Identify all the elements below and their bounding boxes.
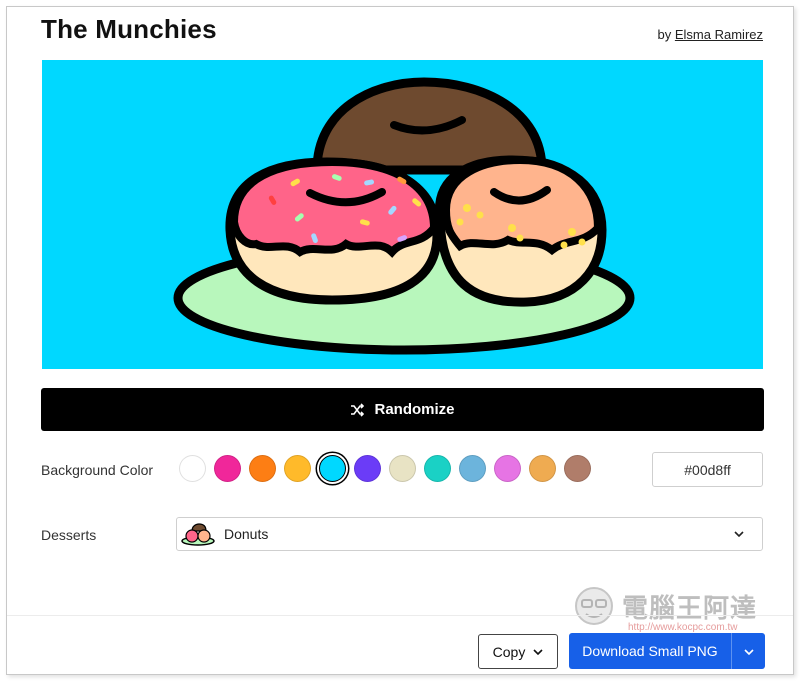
color-swatch[interactable] bbox=[424, 455, 451, 482]
byline-prefix: by bbox=[657, 27, 672, 42]
footer-divider bbox=[7, 615, 793, 616]
download-options-button[interactable] bbox=[731, 633, 765, 669]
byline: by Elsma Ramirez bbox=[658, 27, 763, 42]
hex-color-input[interactable]: #00d8ff bbox=[652, 452, 763, 487]
color-swatch[interactable] bbox=[389, 455, 416, 482]
watermark-text: 電腦王阿達 bbox=[622, 593, 758, 623]
color-swatch[interactable] bbox=[564, 455, 591, 482]
watermark: 電腦王阿達 http://www.kocpc.com.tw bbox=[570, 582, 785, 638]
color-swatch[interactable] bbox=[179, 455, 206, 482]
color-swatch[interactable] bbox=[284, 455, 311, 482]
download-button-group: Download Small PNG bbox=[569, 633, 765, 669]
shuffle-icon bbox=[350, 402, 365, 417]
desserts-label: Desserts bbox=[41, 527, 97, 543]
chevron-down-icon bbox=[533, 648, 543, 655]
page-title: The Munchies bbox=[41, 14, 217, 44]
desserts-select[interactable]: Donuts bbox=[176, 517, 763, 551]
illustration-canvas bbox=[42, 60, 763, 369]
chevron-down-icon bbox=[743, 642, 754, 660]
desserts-selected-value: Donuts bbox=[224, 526, 269, 542]
donuts-thumbnail-icon bbox=[180, 522, 216, 546]
download-label: Download Small PNG bbox=[582, 643, 718, 659]
author-link[interactable]: Elsma Ramirez bbox=[675, 27, 763, 42]
color-swatch[interactable] bbox=[459, 455, 486, 482]
copy-label: Copy bbox=[492, 643, 526, 660]
randomize-label: Randomize bbox=[374, 401, 455, 418]
color-swatch[interactable] bbox=[494, 455, 521, 482]
color-swatch[interactable] bbox=[319, 455, 346, 482]
download-button[interactable]: Download Small PNG bbox=[569, 633, 731, 669]
color-swatch[interactable] bbox=[214, 455, 241, 482]
color-swatch[interactable] bbox=[354, 455, 381, 482]
randomize-button[interactable]: Randomize bbox=[41, 388, 764, 431]
color-swatch[interactable] bbox=[529, 455, 556, 482]
watermark-mascot-icon bbox=[575, 587, 613, 625]
donuts-illustration bbox=[173, 77, 635, 355]
color-swatch[interactable] bbox=[249, 455, 276, 482]
chevron-down-icon bbox=[734, 531, 744, 537]
background-color-label: Background Color bbox=[41, 462, 154, 478]
watermark-url: http://www.kocpc.com.tw bbox=[628, 622, 738, 633]
color-swatches bbox=[179, 455, 599, 482]
copy-button[interactable]: Copy bbox=[478, 634, 558, 669]
